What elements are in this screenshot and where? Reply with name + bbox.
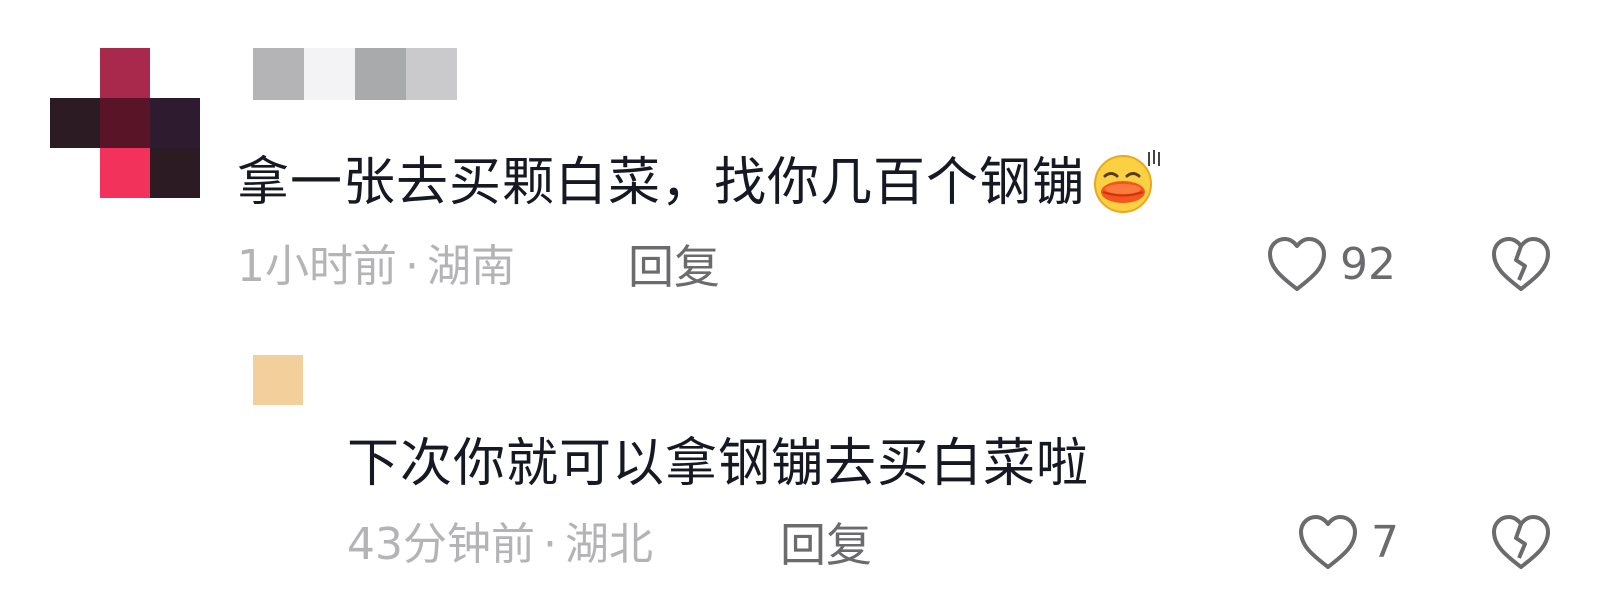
like-button[interactable]: 7 [1297, 514, 1399, 572]
duck-lips-emoji-icon [1089, 146, 1161, 214]
username-pixel [304, 48, 355, 100]
username-pixel [406, 48, 457, 100]
avatar-pixel [100, 48, 150, 98]
reply-meta: 43分钟前 · 湖北 [347, 520, 653, 570]
reply-username[interactable] [305, 355, 315, 405]
heart-icon [1268, 237, 1326, 291]
avatar-pixel [150, 148, 200, 198]
username-pixel [253, 48, 304, 100]
username-pixel [355, 48, 406, 100]
avatar-pixel [100, 148, 150, 198]
like-count: 92 [1340, 239, 1396, 290]
meta-separator: · [543, 519, 557, 570]
dislike-button[interactable] [1490, 236, 1552, 298]
comment-meta: 1小时前 · 湖南 [237, 242, 515, 292]
username[interactable] [253, 48, 457, 100]
comment-text-line: 拿一张去买颗白菜，找你几百个钢镚 [237, 146, 1161, 214]
comment-text: 拿一张去买颗白菜，找你几百个钢镚 [237, 153, 1086, 213]
broken-heart-icon [1492, 237, 1550, 291]
dislike-button[interactable] [1490, 514, 1552, 576]
broken-heart-icon [1492, 515, 1550, 569]
avatar-pixel [150, 98, 200, 148]
reply-location: 湖北 [565, 519, 653, 570]
reply-button[interactable]: 回复 [780, 520, 872, 570]
avatar[interactable] [50, 48, 200, 198]
meta-separator: · [405, 241, 419, 292]
like-button[interactable]: 92 [1266, 236, 1396, 294]
heart-icon [1299, 515, 1357, 569]
comment-location: 湖南 [427, 241, 515, 292]
reply-text: 下次你就可以拿钢镚去买白菜啦 [347, 434, 1090, 494]
reply-time: 43分钟前 [347, 519, 535, 570]
avatar-pixel [50, 98, 100, 148]
reply-button[interactable]: 回复 [628, 242, 720, 292]
reply-avatar[interactable] [253, 355, 303, 405]
like-count: 7 [1371, 517, 1399, 568]
comment-item: 拿一张去买颗白菜，找你几百个钢镚 1小时前 · 湖南 回复 92 下次你就可以拿… [0, 0, 1620, 600]
comment-time: 1小时前 [237, 241, 397, 292]
avatar-pixel [100, 98, 150, 148]
